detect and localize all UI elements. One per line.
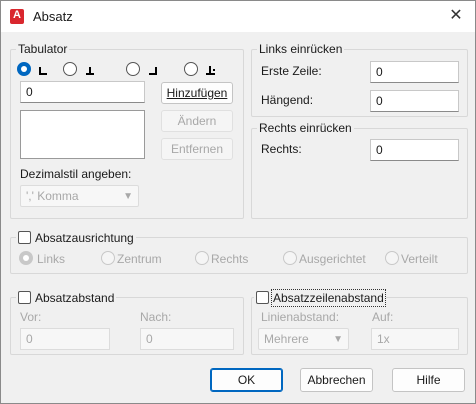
close-icon[interactable]: ✕ bbox=[444, 5, 468, 27]
add-tab-button[interactable]: Hinzufügen bbox=[161, 82, 233, 104]
right-indent-label: Rechts: bbox=[261, 142, 302, 156]
align-center-label: Zentrum bbox=[117, 252, 162, 266]
tab-position-input[interactable]: 0 bbox=[20, 81, 145, 103]
before-input[interactable]: 0 bbox=[20, 328, 110, 350]
title-bar: A Absatz ✕ bbox=[1, 1, 475, 32]
change-tab-button[interactable]: Ändern bbox=[161, 110, 233, 132]
decimal-style-value: ',' Komma bbox=[26, 189, 79, 203]
at-label: Auf: bbox=[372, 310, 394, 324]
tabulator-group-title: Tabulator bbox=[16, 42, 70, 56]
align-justify-label: Ausgerichtet bbox=[299, 252, 366, 266]
indent-left-title: Links einrücken bbox=[257, 42, 345, 56]
left-tab-icon bbox=[39, 67, 47, 75]
ok-button[interactable]: OK bbox=[210, 368, 283, 392]
align-right-radio[interactable] bbox=[195, 251, 209, 265]
change-tab-label: Ändern bbox=[177, 114, 217, 128]
right-indent-input[interactable]: 0 bbox=[370, 139, 459, 161]
first-line-input[interactable]: 0 bbox=[370, 61, 459, 83]
chevron-down-icon: ▼ bbox=[123, 191, 133, 202]
line-spacing-value: Mehrere bbox=[264, 332, 309, 346]
tab-decimal-radio[interactable] bbox=[184, 62, 198, 76]
app-icon: A bbox=[10, 9, 24, 24]
at-input[interactable]: 1x bbox=[371, 328, 459, 350]
before-label: Vor: bbox=[20, 310, 42, 324]
remove-tab-label: Entfernen bbox=[170, 142, 224, 156]
align-left-label: Links bbox=[37, 252, 66, 266]
after-label: Nach: bbox=[140, 310, 172, 324]
alignment-checkbox[interactable] bbox=[18, 231, 31, 244]
hanging-label: Hängend: bbox=[261, 93, 314, 107]
align-left-radio[interactable] bbox=[19, 251, 33, 265]
align-distribute-radio[interactable] bbox=[385, 251, 399, 265]
alignment-title-wrap: Absatzausrichtung bbox=[16, 231, 136, 245]
indent-right-title: Rechts einrücken bbox=[257, 121, 354, 135]
add-tab-label: Hinzufügen bbox=[166, 86, 228, 100]
help-button[interactable]: Hilfe bbox=[392, 368, 465, 392]
align-distribute-label: Verteilt bbox=[401, 252, 438, 266]
decimal-style-select[interactable]: ',' Komma ▼ bbox=[20, 185, 139, 207]
line-spacing-label: Linienabstand: bbox=[261, 310, 340, 324]
cancel-button[interactable]: Abbrechen bbox=[300, 368, 373, 392]
hanging-input[interactable]: 0 bbox=[370, 90, 459, 112]
center-tab-icon bbox=[86, 67, 94, 75]
line-spacing-title-wrap: Absatzzeilenabstand bbox=[254, 289, 386, 307]
tab-right-radio[interactable] bbox=[126, 62, 140, 76]
paragraph-dialog: A Absatz ✕ Tabulator 0 Hinzufügen Ändern… bbox=[0, 0, 476, 404]
cancel-label: Abbrechen bbox=[307, 373, 366, 387]
tab-left-radio[interactable] bbox=[17, 62, 31, 76]
line-spacing-title: Absatzzeilenabstand bbox=[271, 289, 386, 307]
line-spacing-select[interactable]: Mehrere ▼ bbox=[258, 328, 349, 350]
align-justify-radio[interactable] bbox=[283, 251, 297, 265]
tab-center-radio[interactable] bbox=[63, 62, 77, 76]
tab-stop-list[interactable] bbox=[20, 110, 145, 159]
spacing-title: Absatzabstand bbox=[35, 291, 115, 305]
window-title: Absatz bbox=[33, 9, 73, 24]
line-spacing-checkbox[interactable] bbox=[256, 291, 269, 304]
align-right-label: Rechts bbox=[211, 252, 249, 266]
after-input[interactable]: 0 bbox=[140, 328, 234, 350]
first-line-label: Erste Zeile: bbox=[261, 64, 322, 78]
spacing-title-wrap: Absatzabstand bbox=[16, 291, 117, 305]
ok-label: OK bbox=[237, 373, 256, 387]
decimal-style-label: Dezimalstil angeben: bbox=[20, 167, 132, 181]
decimal-tab-icon bbox=[206, 66, 215, 75]
alignment-title: Absatzausrichtung bbox=[35, 231, 134, 245]
chevron-down-icon: ▼ bbox=[333, 334, 343, 345]
align-center-radio[interactable] bbox=[101, 251, 115, 265]
help-label: Hilfe bbox=[416, 373, 441, 387]
remove-tab-button[interactable]: Entfernen bbox=[161, 138, 233, 160]
spacing-checkbox[interactable] bbox=[18, 291, 31, 304]
right-tab-icon bbox=[149, 67, 157, 75]
